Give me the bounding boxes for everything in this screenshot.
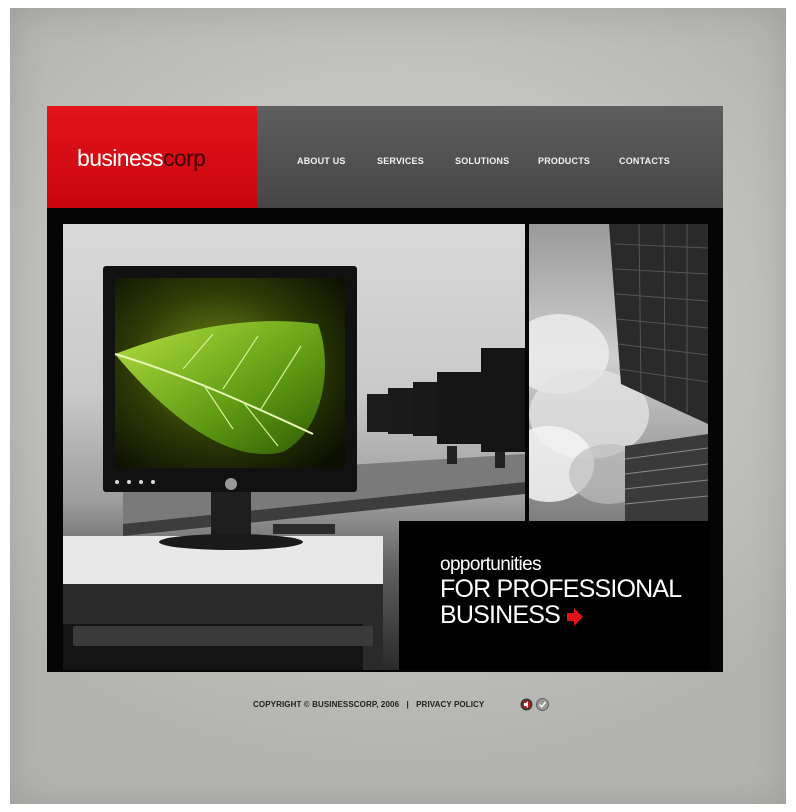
skyscraper-clouds-image bbox=[529, 224, 708, 522]
hero-banner: opportunities FOR PROFESSIONAL BUSINESS bbox=[63, 224, 711, 670]
nav-about-us[interactable]: ABOUT US bbox=[297, 156, 346, 166]
check-icon[interactable] bbox=[536, 698, 549, 711]
site-frame: businesscorp ABOUT US SERVICES SOLUTIONS… bbox=[47, 106, 723, 672]
nav-services[interactable]: SERVICES bbox=[377, 156, 424, 166]
skyscraper-illustration bbox=[529, 224, 708, 522]
logo-block: businesscorp bbox=[47, 106, 257, 208]
footer-copyright: COPYRIGHT © BUSINESSCORP, 2006 bbox=[253, 700, 400, 709]
nav-solutions[interactable]: SOLUTIONS bbox=[455, 156, 509, 166]
page-background: businesscorp ABOUT US SERVICES SOLUTIONS… bbox=[10, 8, 786, 804]
logo-part-corp: corp bbox=[162, 145, 206, 171]
hero-caption: opportunities FOR PROFESSIONAL BUSINESS bbox=[399, 521, 711, 670]
hero-line-opportunities: opportunities bbox=[440, 554, 542, 575]
nav-products[interactable]: PRODUCTS bbox=[538, 156, 590, 166]
logo-part-business: business bbox=[77, 145, 164, 171]
hero-line-professional: FOR PROFESSIONAL bbox=[440, 575, 682, 603]
hero-line-business: BUSINESS bbox=[440, 601, 561, 629]
footer: COPYRIGHT © BUSINESSCORP, 2006 | PRIVACY… bbox=[253, 700, 484, 709]
privacy-policy-link[interactable]: PRIVACY POLICY bbox=[416, 700, 484, 709]
nav-contacts[interactable]: CONTACTS bbox=[619, 156, 670, 166]
footer-separator: | bbox=[406, 700, 409, 709]
logo[interactable]: businesscorp bbox=[77, 145, 206, 172]
nav-bar: ABOUT US SERVICES SOLUTIONS PRODUCTS CON… bbox=[257, 106, 723, 208]
sound-icon[interactable] bbox=[520, 698, 533, 711]
site-header: businesscorp ABOUT US SERVICES SOLUTIONS… bbox=[47, 106, 723, 208]
red-arrow-icon[interactable] bbox=[567, 608, 583, 626]
